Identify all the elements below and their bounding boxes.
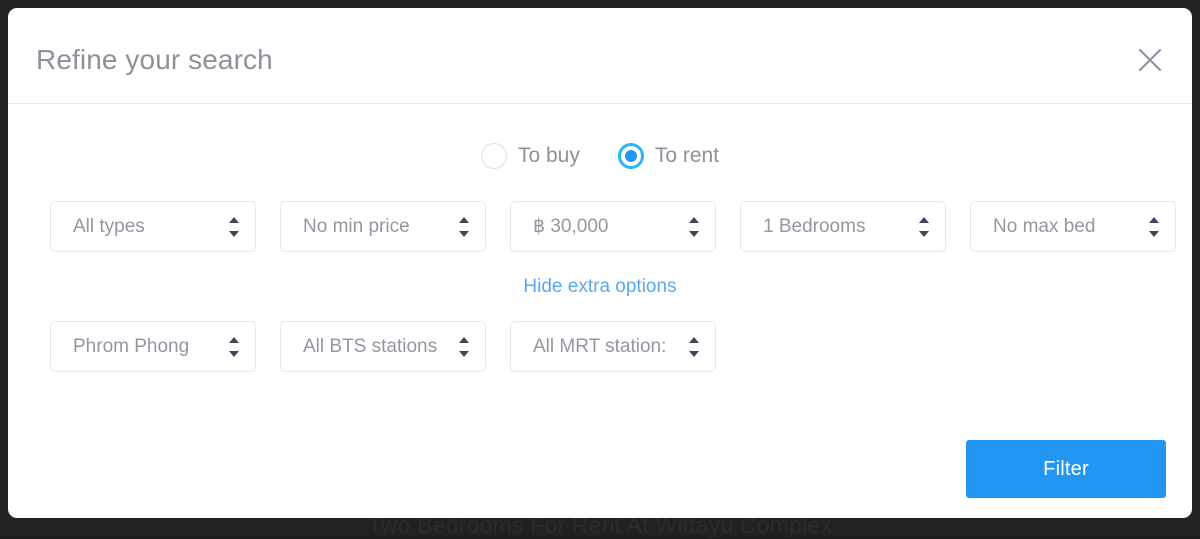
radio-label-to-rent: To rent	[654, 144, 720, 167]
min-price-value: No min price	[303, 215, 410, 237]
listing-mode-radio-group: To buy To rent	[8, 143, 1192, 169]
filter-submit-button[interactable]: Filter	[966, 440, 1166, 498]
max-price-select[interactable]: ฿ 30,000	[510, 201, 716, 252]
bts-station-select[interactable]: All BTS stations	[280, 321, 486, 372]
radio-circle-to-rent[interactable]	[617, 143, 644, 169]
chevron-updown-icon	[688, 336, 699, 357]
chevron-updown-icon	[918, 216, 929, 237]
chevron-updown-icon	[688, 216, 699, 237]
min-bedrooms-value: 1 Bedrooms	[763, 215, 866, 237]
modal-footer: Filter	[8, 414, 1192, 518]
mrt-station-select[interactable]: All MRT station:	[510, 321, 716, 372]
radio-option-to-buy[interactable]: To buy	[480, 143, 580, 169]
chevron-updown-icon	[1148, 216, 1159, 237]
min-price-select[interactable]: No min price	[280, 201, 486, 252]
close-icon-glyph	[1138, 48, 1162, 72]
refine-search-modal: Refine your search To buy To rent All ty…	[8, 8, 1192, 518]
radio-circle-to-buy[interactable]	[480, 143, 507, 169]
max-bedrooms-value: No max bed	[993, 215, 1096, 237]
page-title: Refine your search	[36, 44, 273, 75]
area-select[interactable]: Phrom Phong	[50, 321, 256, 372]
max-bedrooms-select[interactable]: No max bed	[970, 201, 1176, 252]
property-type-value: All types	[73, 215, 145, 237]
radio-label-to-buy: To buy	[517, 144, 580, 167]
min-bedrooms-select[interactable]: 1 Bedrooms	[740, 201, 946, 252]
primary-filters-row: All types No min price ฿ 30,000 1 Bedroo…	[8, 201, 1192, 252]
chevron-updown-icon	[228, 216, 239, 237]
extra-options-toggle-wrap: Hide extra options	[8, 276, 1192, 298]
modal-body: To buy To rent All types No min price ฿ …	[8, 143, 1192, 372]
chevron-updown-icon	[458, 336, 469, 357]
max-price-value: ฿ 30,000	[533, 216, 609, 237]
bts-station-value: All BTS stations	[303, 335, 438, 357]
close-icon[interactable]	[1134, 44, 1166, 76]
mrt-station-value: All MRT station:	[533, 335, 667, 357]
area-value: Phrom Phong	[73, 335, 190, 357]
chevron-updown-icon	[458, 216, 469, 237]
modal-header: Refine your search	[8, 8, 1192, 104]
chevron-updown-icon	[228, 336, 239, 357]
radio-option-to-rent[interactable]: To rent	[617, 143, 720, 169]
property-type-select[interactable]: All types	[50, 201, 256, 252]
hide-extra-options-link[interactable]: Hide extra options	[523, 276, 676, 297]
extra-filters-row: Phrom Phong All BTS stations All MRT sta…	[8, 321, 1192, 372]
